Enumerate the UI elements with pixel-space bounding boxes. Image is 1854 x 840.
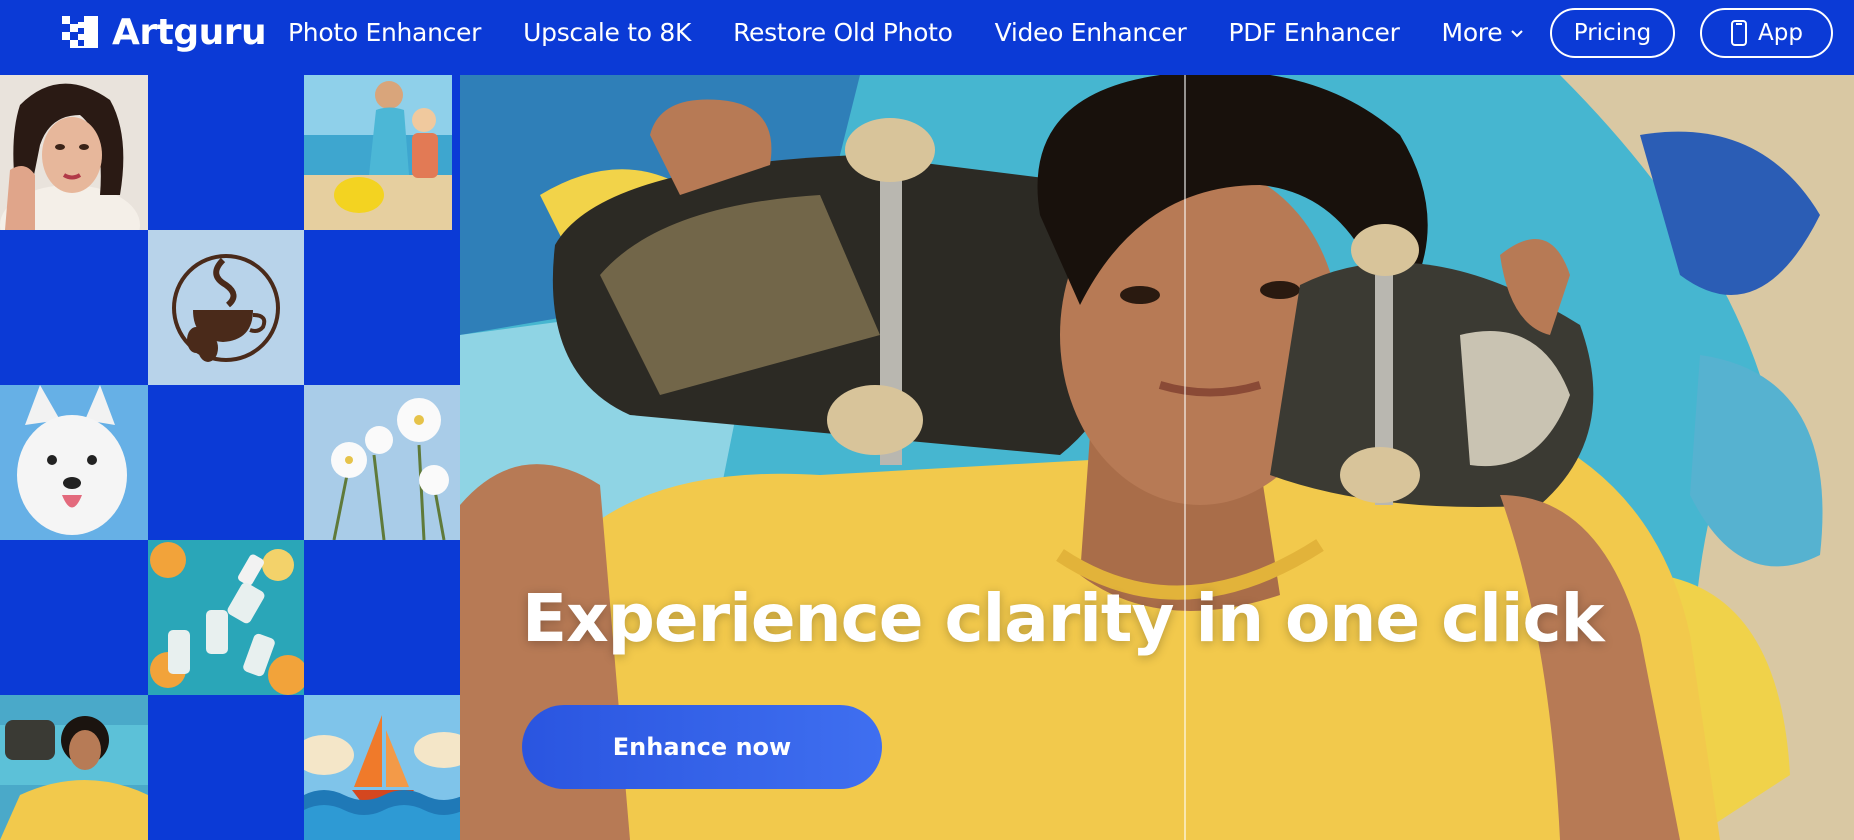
nav-more-label: More [1441, 18, 1503, 47]
brand-name: Artguru [112, 11, 267, 53]
sample-skater-thumb[interactable] [0, 695, 148, 840]
coffee-cup-icon [148, 230, 304, 385]
enhance-now-label: Enhance now [612, 733, 792, 761]
top-nav: Artguru Photo Enhancer Upscale to 8K Res… [0, 0, 1854, 75]
nav-more-dropdown[interactable]: More [1442, 18, 1525, 47]
product-photo-image [148, 540, 304, 695]
hero-before-after[interactable]: Experience clarity in one click Enhance … [460, 75, 1854, 840]
nav-link-restore-old-photo[interactable]: Restore Old Photo [733, 18, 953, 47]
brand-logo[interactable]: Artguru [60, 11, 267, 53]
sample-portrait-woman[interactable] [0, 75, 148, 230]
skater-thumb-image [0, 695, 148, 840]
comparison-divider[interactable] [1184, 75, 1186, 840]
sample-white-flowers[interactable] [304, 385, 460, 540]
sample-sailboat[interactable] [304, 695, 460, 840]
sample-mosaic [0, 75, 460, 840]
pricing-button-label: Pricing [1573, 20, 1652, 46]
nav-link-photo-enhancer[interactable]: Photo Enhancer [288, 18, 481, 47]
flowers-photo-image [304, 385, 460, 540]
hero-headline: Experience clarity in one click [522, 580, 1604, 657]
artguru-logo-icon [62, 16, 98, 48]
portrait-woman-image [0, 75, 148, 230]
beach-photo-image [304, 75, 452, 230]
sample-white-dog[interactable] [0, 385, 148, 540]
nav-link-video-enhancer[interactable]: Video Enhancer [995, 18, 1187, 47]
nav-links: Photo Enhancer Upscale to 8K Restore Old… [288, 0, 1566, 65]
chevron-down-icon [1511, 29, 1524, 37]
sailboat-illustration-image [304, 695, 460, 840]
app-button-label: App [1758, 20, 1803, 46]
sample-coffee-logo[interactable] [148, 230, 304, 385]
sample-nail-polish[interactable] [148, 540, 304, 695]
nav-link-pdf-enhancer[interactable]: PDF Enhancer [1228, 18, 1399, 47]
dog-photo-image [0, 385, 148, 540]
app-button[interactable]: App [1700, 8, 1833, 58]
nav-link-upscale-8k[interactable]: Upscale to 8K [523, 18, 691, 47]
phone-icon [1731, 20, 1748, 46]
pricing-button[interactable]: Pricing [1550, 8, 1675, 58]
sample-beach-mother-child[interactable] [304, 75, 452, 230]
enhance-now-button[interactable]: Enhance now [522, 705, 882, 789]
